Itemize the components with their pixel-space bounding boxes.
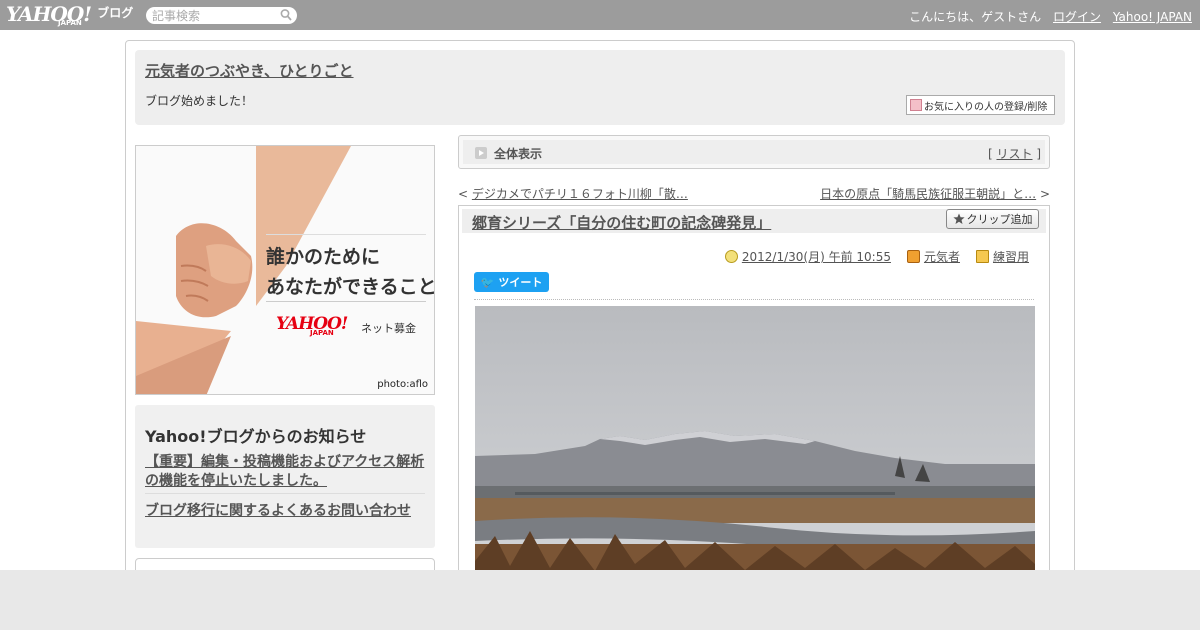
list-bracket-close: ] (1032, 147, 1041, 161)
login-link[interactable]: ログイン (1053, 10, 1101, 24)
tweet-button[interactable]: 🐦 ツイート (474, 272, 549, 292)
datetime-link[interactable]: 2012/1/30(月) 午前 10:55 (742, 248, 891, 265)
star-icon (952, 213, 965, 224)
twitter-bird-icon: 🐦 (480, 275, 495, 289)
ad-divider-top (266, 234, 426, 235)
notice-link-faq[interactable]: ブログ移行に関するよくあるお問い合わせ (145, 500, 411, 520)
prev-marker: < (458, 187, 472, 201)
notice-box: Yahoo!ブログからのお知らせ 【重要】編集・投稿機能およびアクセス解析の機能… (135, 405, 435, 548)
favorite-register-button[interactable]: お気に入りの人の登録/削除 (906, 95, 1055, 115)
clip-add-label: クリップ追加 (966, 213, 1033, 226)
article-photo (475, 306, 1035, 576)
blog-description: ブログ始めました！ (145, 94, 254, 108)
article-title[interactable]: 郷育シリーズ「自分の住む町の記念碑発見」 (472, 212, 771, 233)
view-mode-inner: 全体表示 [ リスト ] (463, 140, 1045, 164)
yahoo-logo: YAHOO! JAPAN (276, 314, 348, 337)
search-box (146, 7, 297, 24)
helping-hands-image (136, 146, 351, 394)
greeting-text: こんにちは、ゲストさん (909, 10, 1042, 24)
ad-logo-sub: JAPAN (310, 329, 334, 337)
article: 郷育シリーズ「自分の住む町の記念碑発見」 クリップ追加 2012/1/30(月)… (458, 205, 1050, 585)
next-marker: > (1036, 187, 1050, 201)
mountain-river-photo (475, 306, 1035, 576)
arrow-right-icon (475, 147, 487, 159)
heart-icon (910, 99, 922, 111)
notice-divider (145, 493, 425, 494)
list-view-link[interactable]: リスト (996, 147, 1032, 161)
notice-heading: Yahoo!ブログからのお知らせ (145, 427, 367, 446)
view-mode-bar: 全体表示 [ リスト ] (458, 135, 1050, 169)
author-icon (906, 250, 920, 263)
dotted-divider (474, 299, 1034, 300)
ad-photo-credit: photo:aflo (377, 379, 428, 390)
author-link[interactable]: 元気者 (924, 248, 960, 265)
next-article-link[interactable]: 日本の原点「騎馬民族征服王朝説」と… (820, 187, 1036, 201)
search-input[interactable] (152, 8, 276, 23)
clip-add-button[interactable]: クリップ追加 (946, 209, 1039, 229)
user-nav: こんにちは、ゲストさん ログイン Yahoo! JAPAN (909, 8, 1192, 25)
article-header: 郷育シリーズ「自分の住む町の記念碑発見」 クリップ追加 (462, 209, 1046, 233)
blog-header: 元気者のつぶやき、ひとりごと ブログ始めました！ お気に入りの人の登録/削除 (135, 50, 1065, 125)
donation-ad-banner[interactable]: 誰かのために あなたができること YAHOO! JAPAN ネット募金 phot… (135, 145, 435, 395)
yahoo-japan-link[interactable]: Yahoo! JAPAN (1113, 10, 1192, 24)
ad-divider (266, 301, 426, 302)
global-header: YAHOO! JAPAN ブログ こんにちは、ゲストさん ログイン Yahoo!… (0, 0, 1200, 30)
ad-headline-1: 誰かのために (266, 246, 381, 268)
logo-sub: JAPAN (58, 19, 82, 27)
search-icon[interactable] (280, 8, 292, 22)
list-view-toggle: [ リスト ] (988, 145, 1041, 162)
prev-article-link[interactable]: デジカメでパチリ１６フォト川柳「散… (472, 187, 688, 201)
meta-category: 練習用 (975, 248, 1029, 265)
article-meta: 2012/1/30(月) 午前 10:55 元気者 練習用 (724, 248, 1029, 265)
logo-blog: ブログ (97, 6, 134, 20)
favorite-register-label: お気に入りの人の登録/削除 (924, 101, 1048, 113)
ad-donation-label: ネット募金 (361, 322, 416, 335)
next-article-nav: 日本の原点「騎馬民族征服王朝説」と… > (820, 185, 1050, 202)
notice-link-important[interactable]: 【重要】編集・投稿機能およびアクセス解析の機能を停止いたしました。 (145, 453, 427, 491)
clock-icon (724, 250, 738, 263)
meta-datetime: 2012/1/30(月) 午前 10:55 (724, 248, 891, 265)
ad-headline-2: あなたができること (266, 276, 435, 298)
prev-article-nav: < デジカメでパチリ１６フォト川柳「散… (458, 185, 688, 202)
meta-author: 元気者 (906, 248, 960, 265)
folder-icon (975, 250, 989, 263)
blog-title[interactable]: 元気者のつぶやき、ひとりごと (145, 60, 354, 81)
category-link[interactable]: 練習用 (993, 248, 1029, 265)
view-all-label: 全体表示 (494, 147, 543, 161)
page-footer-area (0, 570, 1200, 630)
yahoo-blog-logo[interactable]: YAHOO! JAPAN ブログ (6, 2, 133, 28)
tweet-label: ツイート (498, 276, 543, 289)
